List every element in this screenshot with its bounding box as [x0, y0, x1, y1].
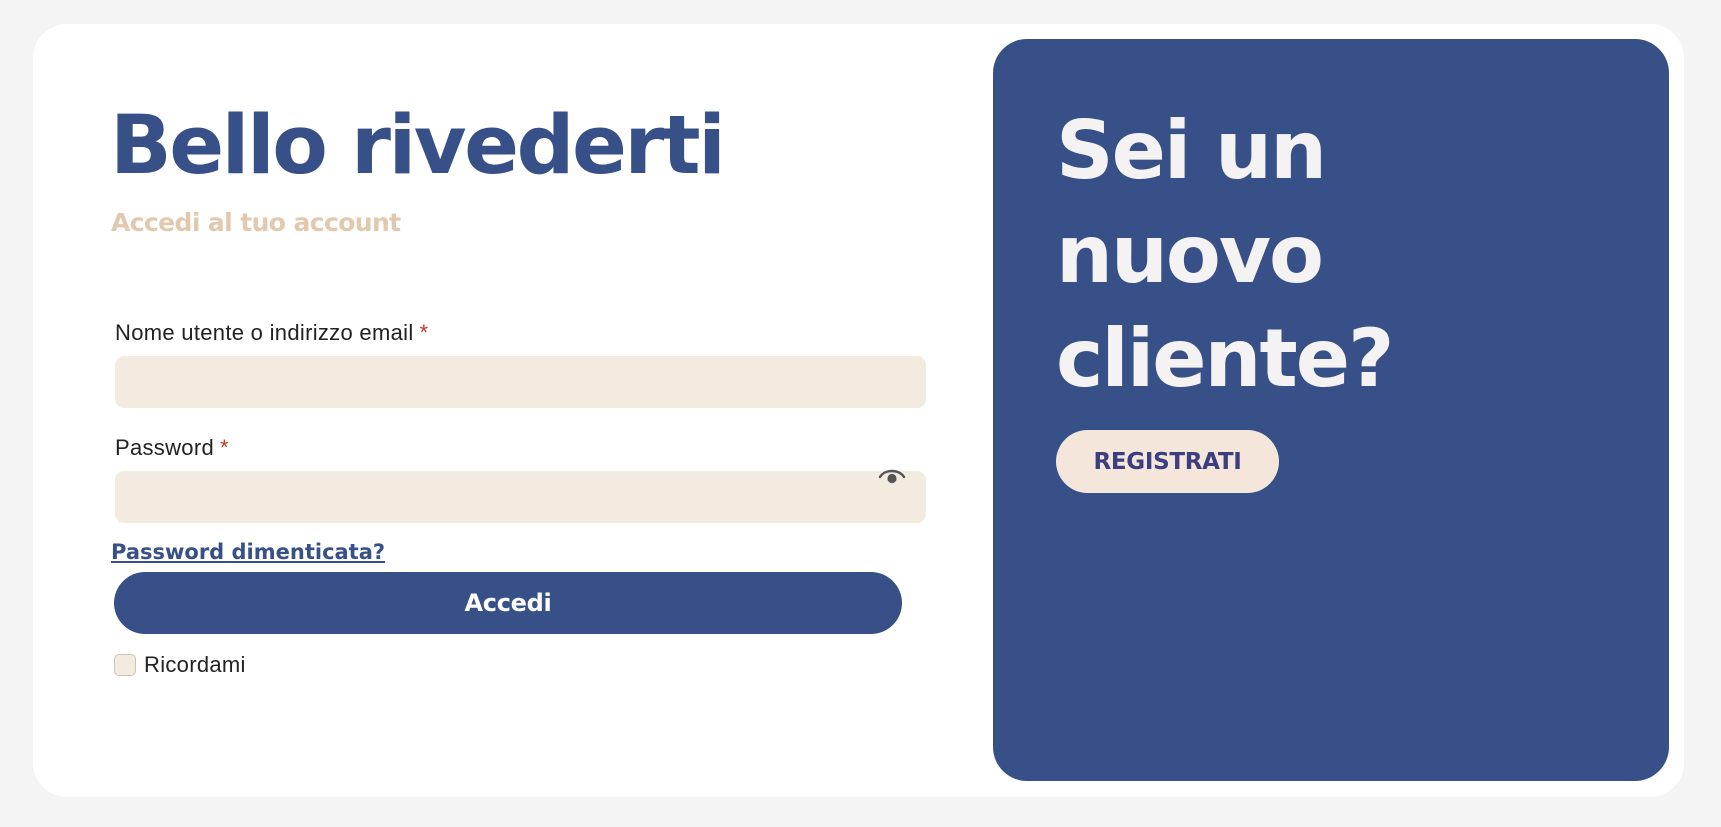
register-button[interactable]: REGISTRATI — [1056, 430, 1279, 493]
page-title: Bello rivederti — [110, 99, 726, 193]
username-label-text: Nome utente o indirizzo email — [115, 320, 414, 345]
login-panel: Bello rivederti Accedi al tuo account No… — [33, 24, 993, 797]
forgot-password-link[interactable]: Password dimenticata? — [111, 540, 385, 564]
remember-me-checkbox[interactable] — [114, 654, 136, 676]
remember-me-label: Ricordami — [144, 652, 246, 677]
required-marker: * — [220, 435, 229, 460]
page-subtitle: Accedi al tuo account — [111, 208, 401, 237]
username-label: Nome utente o indirizzo email * — [115, 320, 428, 346]
username-field[interactable] — [115, 356, 926, 408]
register-title: Sei un nuovo cliente? — [1056, 104, 1394, 405]
register-panel: Sei un nuovo cliente? REGISTRATI — [993, 39, 1669, 781]
password-field[interactable] — [115, 471, 926, 523]
required-marker: * — [419, 320, 429, 345]
password-label: Password * — [115, 435, 229, 461]
remember-me[interactable]: Ricordami — [114, 652, 246, 678]
eye-icon[interactable] — [878, 466, 906, 486]
login-button[interactable]: Accedi — [114, 572, 902, 634]
login-card: Bello rivederti Accedi al tuo account No… — [33, 24, 1684, 797]
password-label-text: Password — [115, 435, 214, 460]
